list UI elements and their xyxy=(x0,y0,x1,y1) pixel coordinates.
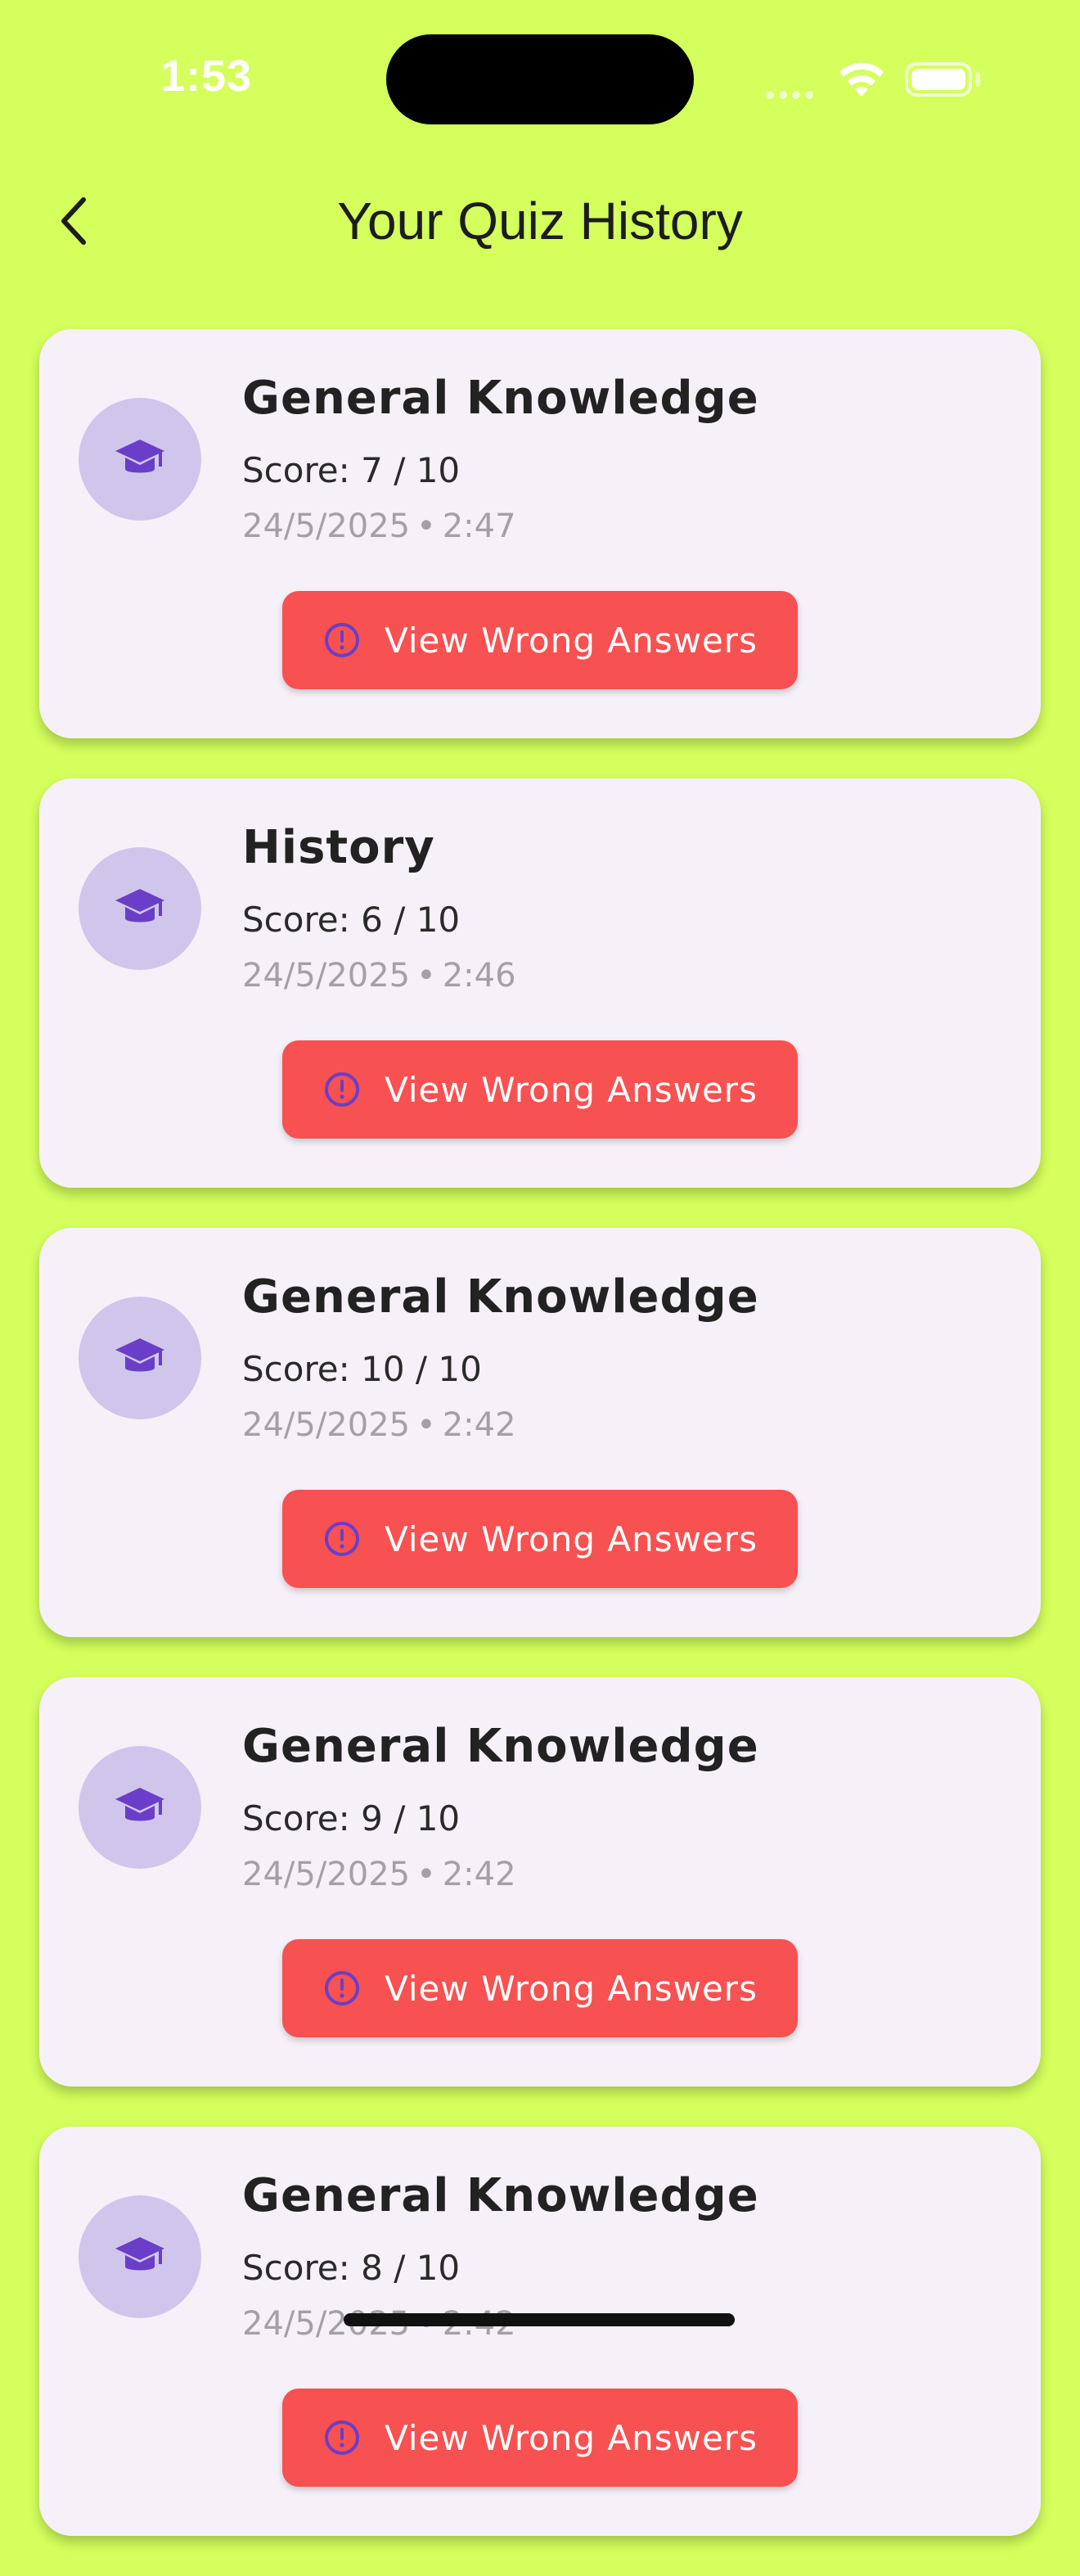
separator-dot: • xyxy=(416,1856,436,1893)
wifi-icon xyxy=(839,62,884,97)
alert-circle-icon xyxy=(322,1969,362,2008)
quiz-avatar xyxy=(79,2195,201,2318)
view-wrong-answers-label: View Wrong Answers xyxy=(385,1968,758,2009)
view-wrong-answers-label: View Wrong Answers xyxy=(385,1069,758,1110)
quiz-date: 24/5/2025 xyxy=(242,1856,411,1893)
page-title: Your Quiz History xyxy=(337,192,743,250)
view-wrong-answers-label: View Wrong Answers xyxy=(385,620,758,661)
quiz-time: 2:47 xyxy=(442,508,516,545)
quiz-date: 24/5/2025 xyxy=(242,957,411,995)
alert-circle-icon xyxy=(322,620,362,660)
quiz-history-list[interactable]: General Knowledge Score: 7 / 10 24/5/202… xyxy=(39,329,1041,2576)
navigation-bar: Your Quiz History xyxy=(0,164,1080,278)
view-wrong-answers-button[interactable]: View Wrong Answers xyxy=(282,1939,798,2037)
quiz-score: Score: 7 / 10 xyxy=(242,450,461,490)
quiz-avatar xyxy=(79,1746,201,1869)
view-wrong-answers-label: View Wrong Answers xyxy=(385,1518,758,1559)
alert-circle-icon xyxy=(322,2418,362,2457)
quiz-time: 2:46 xyxy=(442,957,516,995)
separator-dot: • xyxy=(416,957,436,995)
quiz-title: General Knowledge xyxy=(242,1270,759,1324)
quiz-score: Score: 9 / 10 xyxy=(242,1798,461,1838)
view-wrong-answers-button[interactable]: View Wrong Answers xyxy=(282,1040,798,1139)
status-time: 1:53 xyxy=(160,52,253,101)
quiz-time: 2:42 xyxy=(442,1856,516,1893)
quiz-date: 24/5/2025 xyxy=(242,1406,411,1444)
quiz-time: 2:42 xyxy=(442,1406,516,1444)
quiz-title: History xyxy=(242,821,435,874)
quiz-timestamp: 24/5/2025 • 2:46 xyxy=(242,957,516,995)
quiz-title: General Knowledge xyxy=(242,2169,759,2222)
quiz-title: General Knowledge xyxy=(242,1720,759,1773)
quiz-avatar xyxy=(79,398,201,521)
cellular-signal-icon xyxy=(766,87,818,102)
quiz-avatar xyxy=(79,1297,201,1419)
view-wrong-answers-label: View Wrong Answers xyxy=(385,2417,758,2458)
status-bar: 1:53 xyxy=(0,0,1080,156)
separator-dot: • xyxy=(416,1406,436,1444)
quiz-score: Score: 8 / 10 xyxy=(242,2248,461,2288)
history-card: General Knowledge Score: 7 / 10 24/5/202… xyxy=(39,329,1041,738)
home-indicator xyxy=(344,2313,735,2326)
graduation-cap-icon xyxy=(115,2237,164,2271)
battery-icon xyxy=(905,62,972,97)
view-wrong-answers-button[interactable]: View Wrong Answers xyxy=(282,1490,798,1588)
history-card: General Knowledge Score: 8 / 10 24/5/202… xyxy=(39,2127,1041,2536)
alert-circle-icon xyxy=(322,1519,362,1559)
graduation-cap-icon xyxy=(115,1338,164,1372)
history-card: General Knowledge Score: 10 / 10 24/5/20… xyxy=(39,1228,1041,1637)
quiz-title: General Knowledge xyxy=(242,372,759,425)
history-card: History Score: 6 / 10 24/5/2025 • 2:46 Vie… xyxy=(39,778,1041,1188)
alert-circle-icon xyxy=(322,1070,362,1109)
dynamic-island xyxy=(386,34,694,124)
graduation-cap-icon xyxy=(115,889,164,923)
quiz-timestamp: 24/5/2025•2:42 xyxy=(242,1856,516,1893)
graduation-cap-icon xyxy=(115,1788,164,1821)
history-card: General Knowledge Score: 9 / 10 24/5/202… xyxy=(39,1677,1041,2087)
view-wrong-answers-button[interactable]: View Wrong Answers xyxy=(282,591,798,689)
graduation-cap-icon xyxy=(115,440,164,473)
quiz-score: Score: 10 / 10 xyxy=(242,1349,482,1389)
quiz-timestamp: 24/5/2025 • 2:47 xyxy=(242,508,516,545)
quiz-timestamp: 24/5/2025•2:42 xyxy=(242,1406,516,1444)
separator-dot: • xyxy=(416,508,436,545)
quiz-date: 24/5/2025 xyxy=(242,508,411,545)
battery-cap xyxy=(975,72,980,87)
view-wrong-answers-button[interactable]: View Wrong Answers xyxy=(282,2389,798,2487)
quiz-score: Score: 6 / 10 xyxy=(242,900,461,940)
quiz-avatar xyxy=(79,847,201,970)
